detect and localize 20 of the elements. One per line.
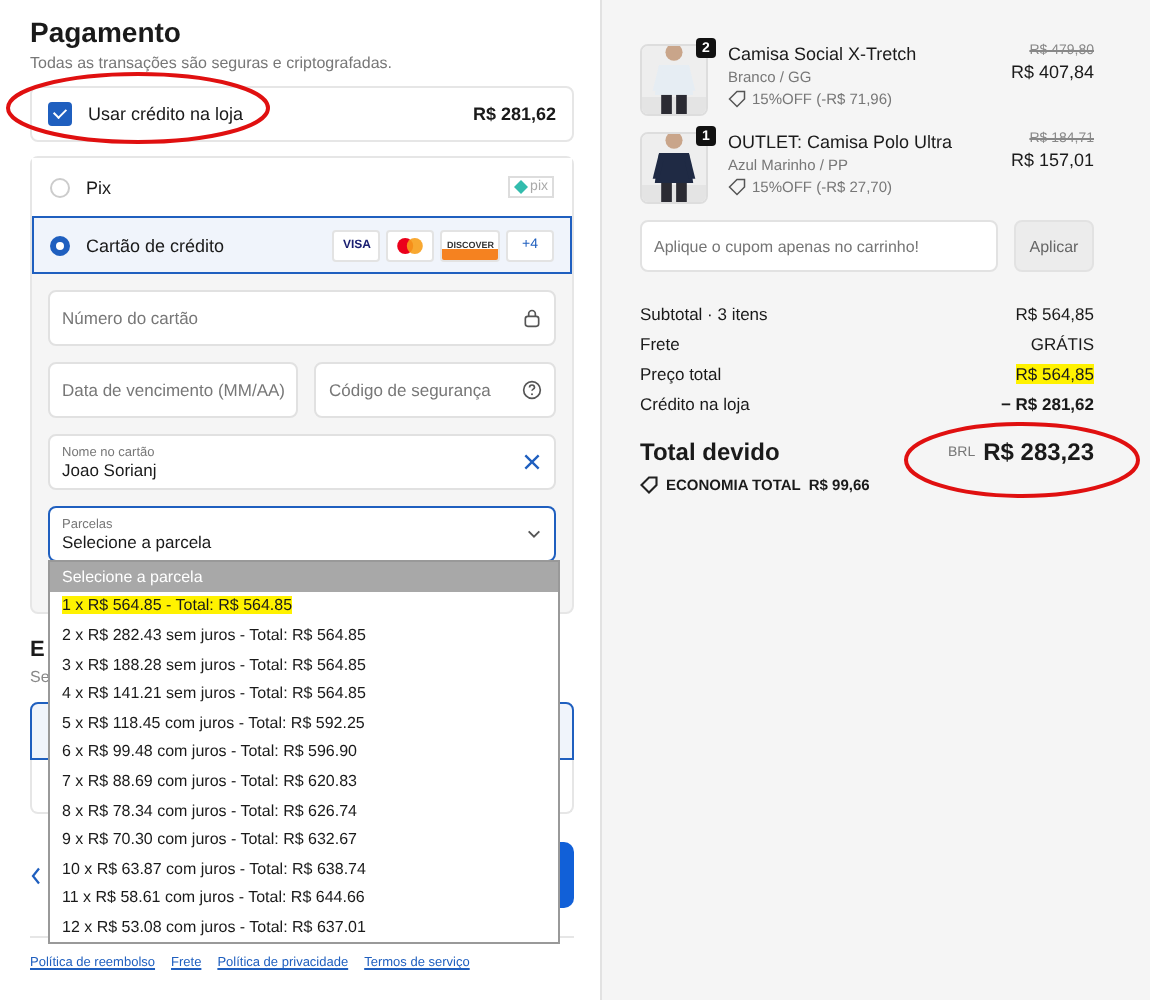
section-subtitle: Se bbox=[30, 668, 52, 686]
product-name: Camisa Social X-Tretch bbox=[728, 44, 919, 64]
section-title: E bbox=[30, 638, 47, 662]
product-price: R$ 157,01 bbox=[1010, 150, 1094, 170]
total-label: Total devido bbox=[640, 438, 780, 466]
summary-label: Subtotal · 3 itens bbox=[640, 304, 768, 324]
store-credit-label: Usar crédito na loja bbox=[88, 104, 246, 124]
product-price: R$ 407,84 bbox=[1010, 62, 1094, 82]
summary-label: Crédito na loja bbox=[640, 394, 750, 414]
summary-label: Frete bbox=[640, 334, 680, 354]
product-name: OUTLET: Camisa Polo Ultra bbox=[728, 132, 955, 152]
section-title: Pagamento bbox=[30, 16, 183, 48]
summary-value: R$ 564,85 bbox=[1015, 304, 1094, 324]
section-subtitle: Todas as transações são seguras e criptografadas. bbox=[30, 54, 394, 72]
summary-value: GRÁTIS bbox=[1030, 334, 1094, 354]
store-credit-amount: R$ 281,62 bbox=[472, 104, 556, 124]
summary-label: Preço total bbox=[640, 364, 722, 384]
summary-value: R$ 564,85 bbox=[1015, 364, 1094, 384]
summary-value: − R$ 281,62 bbox=[1000, 394, 1094, 414]
total-amount: R$ 283,23 bbox=[983, 438, 1094, 466]
